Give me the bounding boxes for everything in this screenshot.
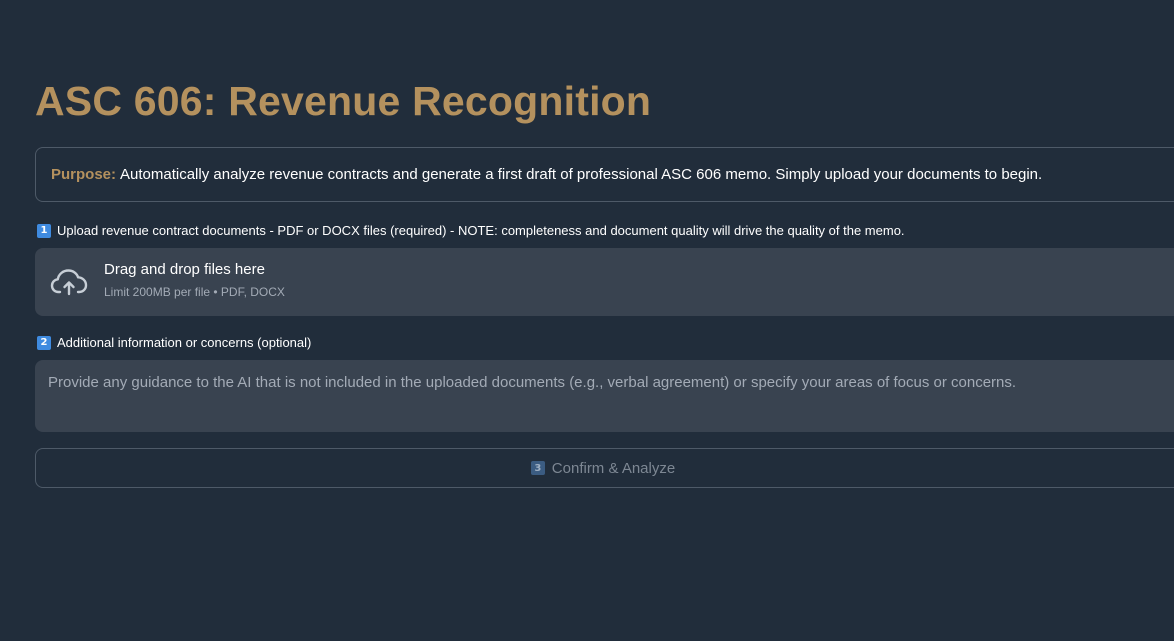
keycap-three-icon: 3 — [530, 461, 545, 475]
step2-label: 2 Additional information or concerns (op… — [37, 335, 311, 350]
purpose-info-box: Purpose: Automatically analyze revenue c… — [35, 147, 1174, 202]
app-page: ASC 606: Revenue Recognition Purpose: Au… — [0, 0, 1174, 641]
step1-label: 1 Upload revenue contract documents - PD… — [37, 223, 905, 238]
dropzone-limit-text: Limit 200MB per file • PDF, DOCX — [104, 285, 285, 299]
page-title: ASC 606: Revenue Recognition — [35, 78, 652, 124]
step2-label-text: Additional information or concerns (opti… — [57, 335, 312, 350]
confirm-analyze-label: Confirm & Analyze — [551, 459, 676, 477]
additional-info-textarea[interactable] — [35, 360, 1174, 432]
dropzone-text: Drag and drop files here Limit 200MB per… — [104, 261, 285, 299]
keycap-two-icon: 2 — [37, 335, 51, 350]
purpose-text: Automatically analyze revenue contracts … — [120, 166, 1043, 183]
dropzone-main-text: Drag and drop files here — [104, 261, 265, 278]
confirm-analyze-button[interactable]: 3 Confirm & Analyze — [35, 448, 1174, 488]
purpose-label: Purpose: — [51, 166, 117, 183]
keycap-one-icon: 1 — [37, 223, 51, 238]
file-dropzone[interactable]: Drag and drop files here Limit 200MB per… — [35, 248, 1174, 316]
cloud-upload-icon — [50, 269, 88, 296]
step1-label-text: Upload revenue contract documents - PDF … — [57, 223, 905, 238]
